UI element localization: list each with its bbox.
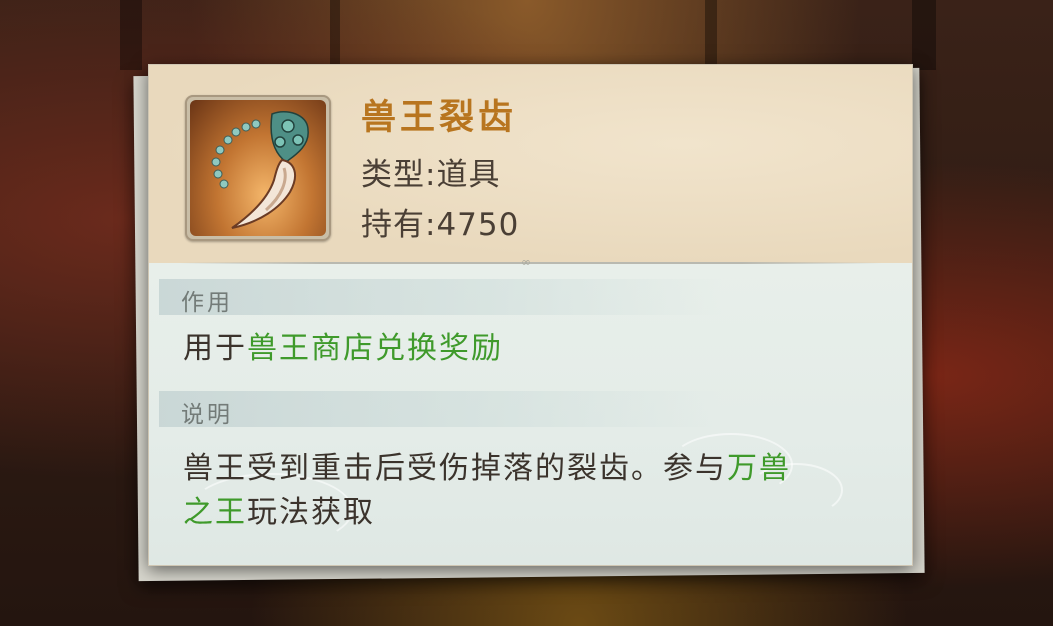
description-highlight-1: 万兽 <box>727 451 791 486</box>
usage-text-highlight: 兽王商店兑换奖励 <box>247 331 503 366</box>
description-text-main: 兽王受到重击后受伤掉落的裂齿。参与 <box>183 451 727 486</box>
background-pillar <box>330 0 340 70</box>
description-highlight-2: 之王 <box>183 495 247 530</box>
description-section-header <box>159 391 722 427</box>
background-pillar <box>705 0 717 70</box>
description-text: 兽王受到重击后受伤掉落的裂齿。参与万兽之王玩法获取 <box>183 447 883 535</box>
description-text-suffix: 玩法获取 <box>247 495 375 530</box>
description-section-title: 说明 <box>181 402 233 428</box>
background-pillar <box>912 0 936 70</box>
item-owned-count: 持有:4750 <box>361 207 520 243</box>
background-pillar <box>120 0 142 70</box>
usage-section-header <box>159 279 722 315</box>
item-type: 类型:道具 <box>361 157 501 193</box>
divider-ornament-icon: ∞ <box>521 255 531 269</box>
usage-section-title: 作用 <box>181 290 233 316</box>
beast-fang-icon <box>190 100 326 236</box>
usage-text: 用于兽王商店兑换奖励 <box>183 327 503 371</box>
usage-text-prefix: 用于 <box>183 331 247 366</box>
item-tooltip-panel: ∞ 兽王裂齿 类型:道具 持有:4750 作用 用于兽王商店兑换奖励 说明 兽王… <box>148 64 913 566</box>
item-icon-frame <box>185 95 331 241</box>
item-name: 兽王裂齿 <box>361 97 518 138</box>
